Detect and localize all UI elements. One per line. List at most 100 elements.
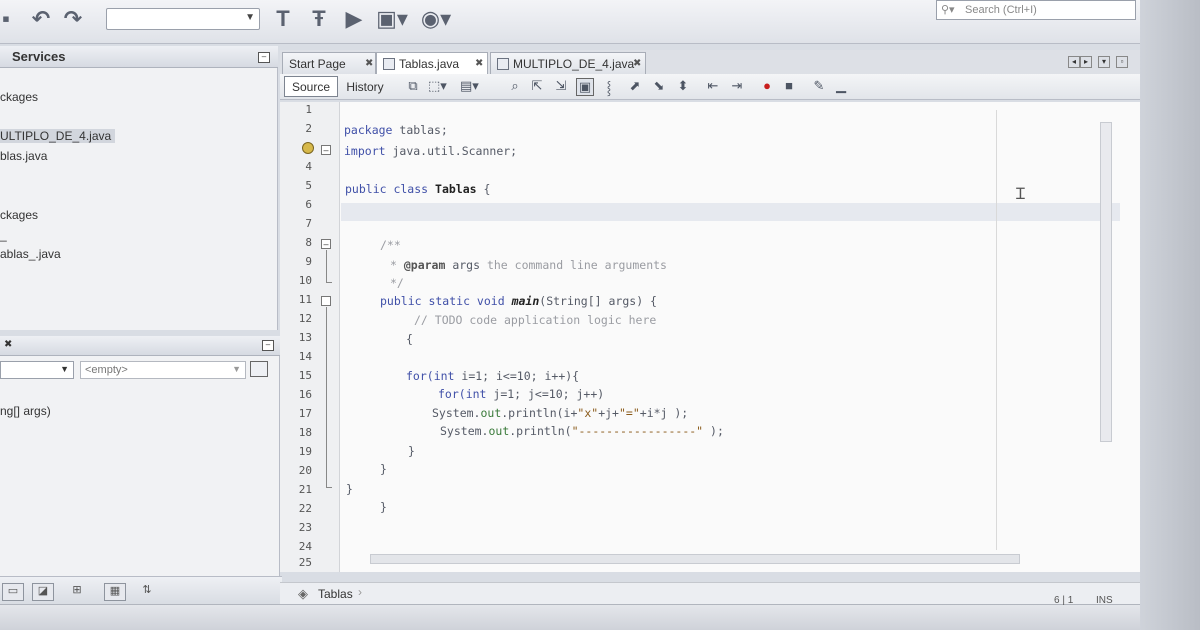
code-line-20: } <box>380 462 387 476</box>
find-previous-icon[interactable]: ⇱ <box>528 78 546 96</box>
toggle-highlight-icon[interactable]: ▣ <box>576 78 594 96</box>
maximize-icon[interactable]: ▫ <box>1116 56 1128 68</box>
line-number: 16 <box>298 388 312 401</box>
fold-guide <box>326 307 327 487</box>
java-file-icon <box>383 58 395 70</box>
line-number: 8 <box>305 236 312 249</box>
toggle-bookmark-icon[interactable]: ⬍ <box>674 78 692 96</box>
line-number: 6 <box>305 198 312 211</box>
projects-panel: Services – ckages ULTIPLO_DE_4.java blas… <box>0 46 278 330</box>
chevron-down-icon: ▼ <box>245 12 255 23</box>
tree-item[interactable]: ckages <box>0 90 38 104</box>
start-macro-icon[interactable]: ● <box>758 78 776 96</box>
line-number: 12 <box>298 312 312 325</box>
vertical-scrollbar[interactable] <box>1100 122 1112 442</box>
tab-start-page[interactable]: Start Page ✖ <box>282 52 376 74</box>
redo-icon[interactable]: ↷ <box>60 6 86 32</box>
line-number: 2 <box>305 122 312 135</box>
fold-toggle-icon[interactable]: – <box>321 239 331 249</box>
shift-left-icon[interactable]: ⇤ <box>704 78 722 96</box>
line-number: 18 <box>298 426 312 439</box>
code-line-10: */ <box>390 276 404 290</box>
debug-icon[interactable]: ▣▾ <box>372 6 412 32</box>
save-icon[interactable]: ▪ <box>0 6 12 32</box>
close-icon[interactable]: ✖ <box>475 58 483 69</box>
code-editor[interactable]: 1 2 3 4 5 6 7 8 9 10 11 12 13 14 15 16 1… <box>280 102 1140 572</box>
undo-icon[interactable]: ↶ <box>28 6 54 32</box>
filter-fields-icon[interactable]: ▭ <box>2 583 24 601</box>
close-icon[interactable]: ✖ <box>365 58 373 69</box>
comment-icon[interactable]: ✎ <box>810 78 828 96</box>
editor-tab-row: Start Page ✖ Tablas.java ✖ MULTIPLO_DE_4… <box>280 50 1140 74</box>
configuration-select[interactable]: ▼ <box>106 8 260 30</box>
search-input[interactable]: ⚲▾ Search (Ctrl+I) <box>936 0 1136 20</box>
line-gutter: 1 2 3 4 5 6 7 8 9 10 11 12 13 14 15 16 1… <box>280 102 340 572</box>
filter-static-icon[interactable]: ◪ <box>32 583 54 601</box>
last-edit-icon[interactable]: ⧉ <box>404 78 422 96</box>
find-icon[interactable]: ⌕ <box>506 78 524 96</box>
shift-right-icon[interactable]: ⇥ <box>728 78 746 96</box>
tab-list-icon[interactable]: ▾ <box>1098 56 1110 68</box>
stop-macro-icon[interactable]: ■ <box>780 78 798 96</box>
navigator-view-select[interactable]: ▼ <box>0 361 74 379</box>
sort-icon[interactable]: ⇅ <box>136 583 158 601</box>
fold-toggle-icon[interactable]: – <box>321 145 331 155</box>
navigator-member[interactable]: ng[] args) <box>0 404 51 418</box>
java-file-icon <box>497 58 509 70</box>
tree-item[interactable]: ablas_.java <box>0 247 61 261</box>
profile-icon[interactable]: ◉▾ <box>416 6 456 32</box>
fold-guide <box>326 282 332 283</box>
tab-multiplo-de-4[interactable]: MULTIPLO_DE_4.java ✖ <box>490 52 646 74</box>
filter-inherited-icon[interactable]: ⊞ <box>66 583 88 601</box>
fold-guide <box>326 487 332 488</box>
tree-item[interactable]: ckages <box>0 208 38 222</box>
line-number: 19 <box>298 445 312 458</box>
line-number: 15 <box>298 369 312 382</box>
code-line-22: } <box>380 500 387 514</box>
close-icon[interactable]: ✖ <box>4 339 12 350</box>
status-bar: 6 | 1 INS <box>0 595 1140 630</box>
code-line-16: for(int j=1; j<=10; j++) <box>438 387 605 401</box>
clean-build-icon[interactable]: Ŧ <box>304 6 334 32</box>
line-number: 25 <box>298 556 312 569</box>
services-tab[interactable]: Services – <box>0 46 278 68</box>
right-margin-guide <box>996 110 997 550</box>
code-line-15: for(int i=1; i<=10; i++){ <box>406 369 580 383</box>
close-icon[interactable]: ✖ <box>633 58 641 69</box>
source-button[interactable]: Source <box>284 76 338 97</box>
tree-item[interactable]: blas.java <box>0 149 47 163</box>
navigator-options-icon[interactable] <box>250 361 268 377</box>
run-icon[interactable]: ▶ <box>342 6 366 32</box>
build-icon[interactable]: T <box>270 6 296 32</box>
tree-item[interactable]: _ <box>0 228 7 242</box>
tab-tablas-java[interactable]: Tablas.java ✖ <box>376 52 488 74</box>
navigator-filter-select[interactable]: <empty> ▼ <box>80 361 246 379</box>
line-number: 23 <box>298 521 312 534</box>
fold-toggle-icon[interactable] <box>321 296 331 306</box>
filter-nonpublic-icon[interactable]: ▦ <box>104 583 126 601</box>
breadcrumb: ◈ Tablas › <box>280 582 1140 604</box>
forward-icon[interactable]: ▤▾ <box>460 78 479 96</box>
code-line-5: public class Tablas { <box>345 182 491 196</box>
next-bookmark-icon[interactable]: ⬊ <box>650 78 668 96</box>
back-icon[interactable]: ⬚▾ <box>428 78 447 96</box>
previous-bookmark-icon[interactable]: ⬈ <box>626 78 644 96</box>
hint-bulb-icon[interactable] <box>302 142 314 154</box>
line-number: 20 <box>298 464 312 477</box>
find-next-icon[interactable]: ⇲ <box>552 78 570 96</box>
line-number: 7 <box>305 217 312 230</box>
line-number: 21 <box>298 483 312 496</box>
history-button[interactable]: History <box>340 76 390 97</box>
navigator-filter-bar: ▭ ◪ ⊞ ▦ ⇅ <box>0 576 282 606</box>
tab-scroll-right-icon[interactable]: ▸ <box>1080 56 1092 68</box>
uncomment-icon[interactable]: ▁ <box>832 78 850 96</box>
toggle-selection-icon[interactable]: ⸾ <box>600 78 618 96</box>
minimize-icon[interactable]: – <box>258 52 270 63</box>
line-number: 4 <box>305 160 312 173</box>
horizontal-scrollbar[interactable] <box>370 554 1020 564</box>
minimize-icon[interactable]: – <box>262 340 274 351</box>
breadcrumb-item[interactable]: Tablas <box>318 587 353 601</box>
tab-scroll-left-icon[interactable]: ◂ <box>1068 56 1080 68</box>
tree-item-selected[interactable]: ULTIPLO_DE_4.java <box>0 129 116 143</box>
navigator-panel: ✖ – ▼ <empty> ▼ ng[] args) <box>0 336 280 576</box>
